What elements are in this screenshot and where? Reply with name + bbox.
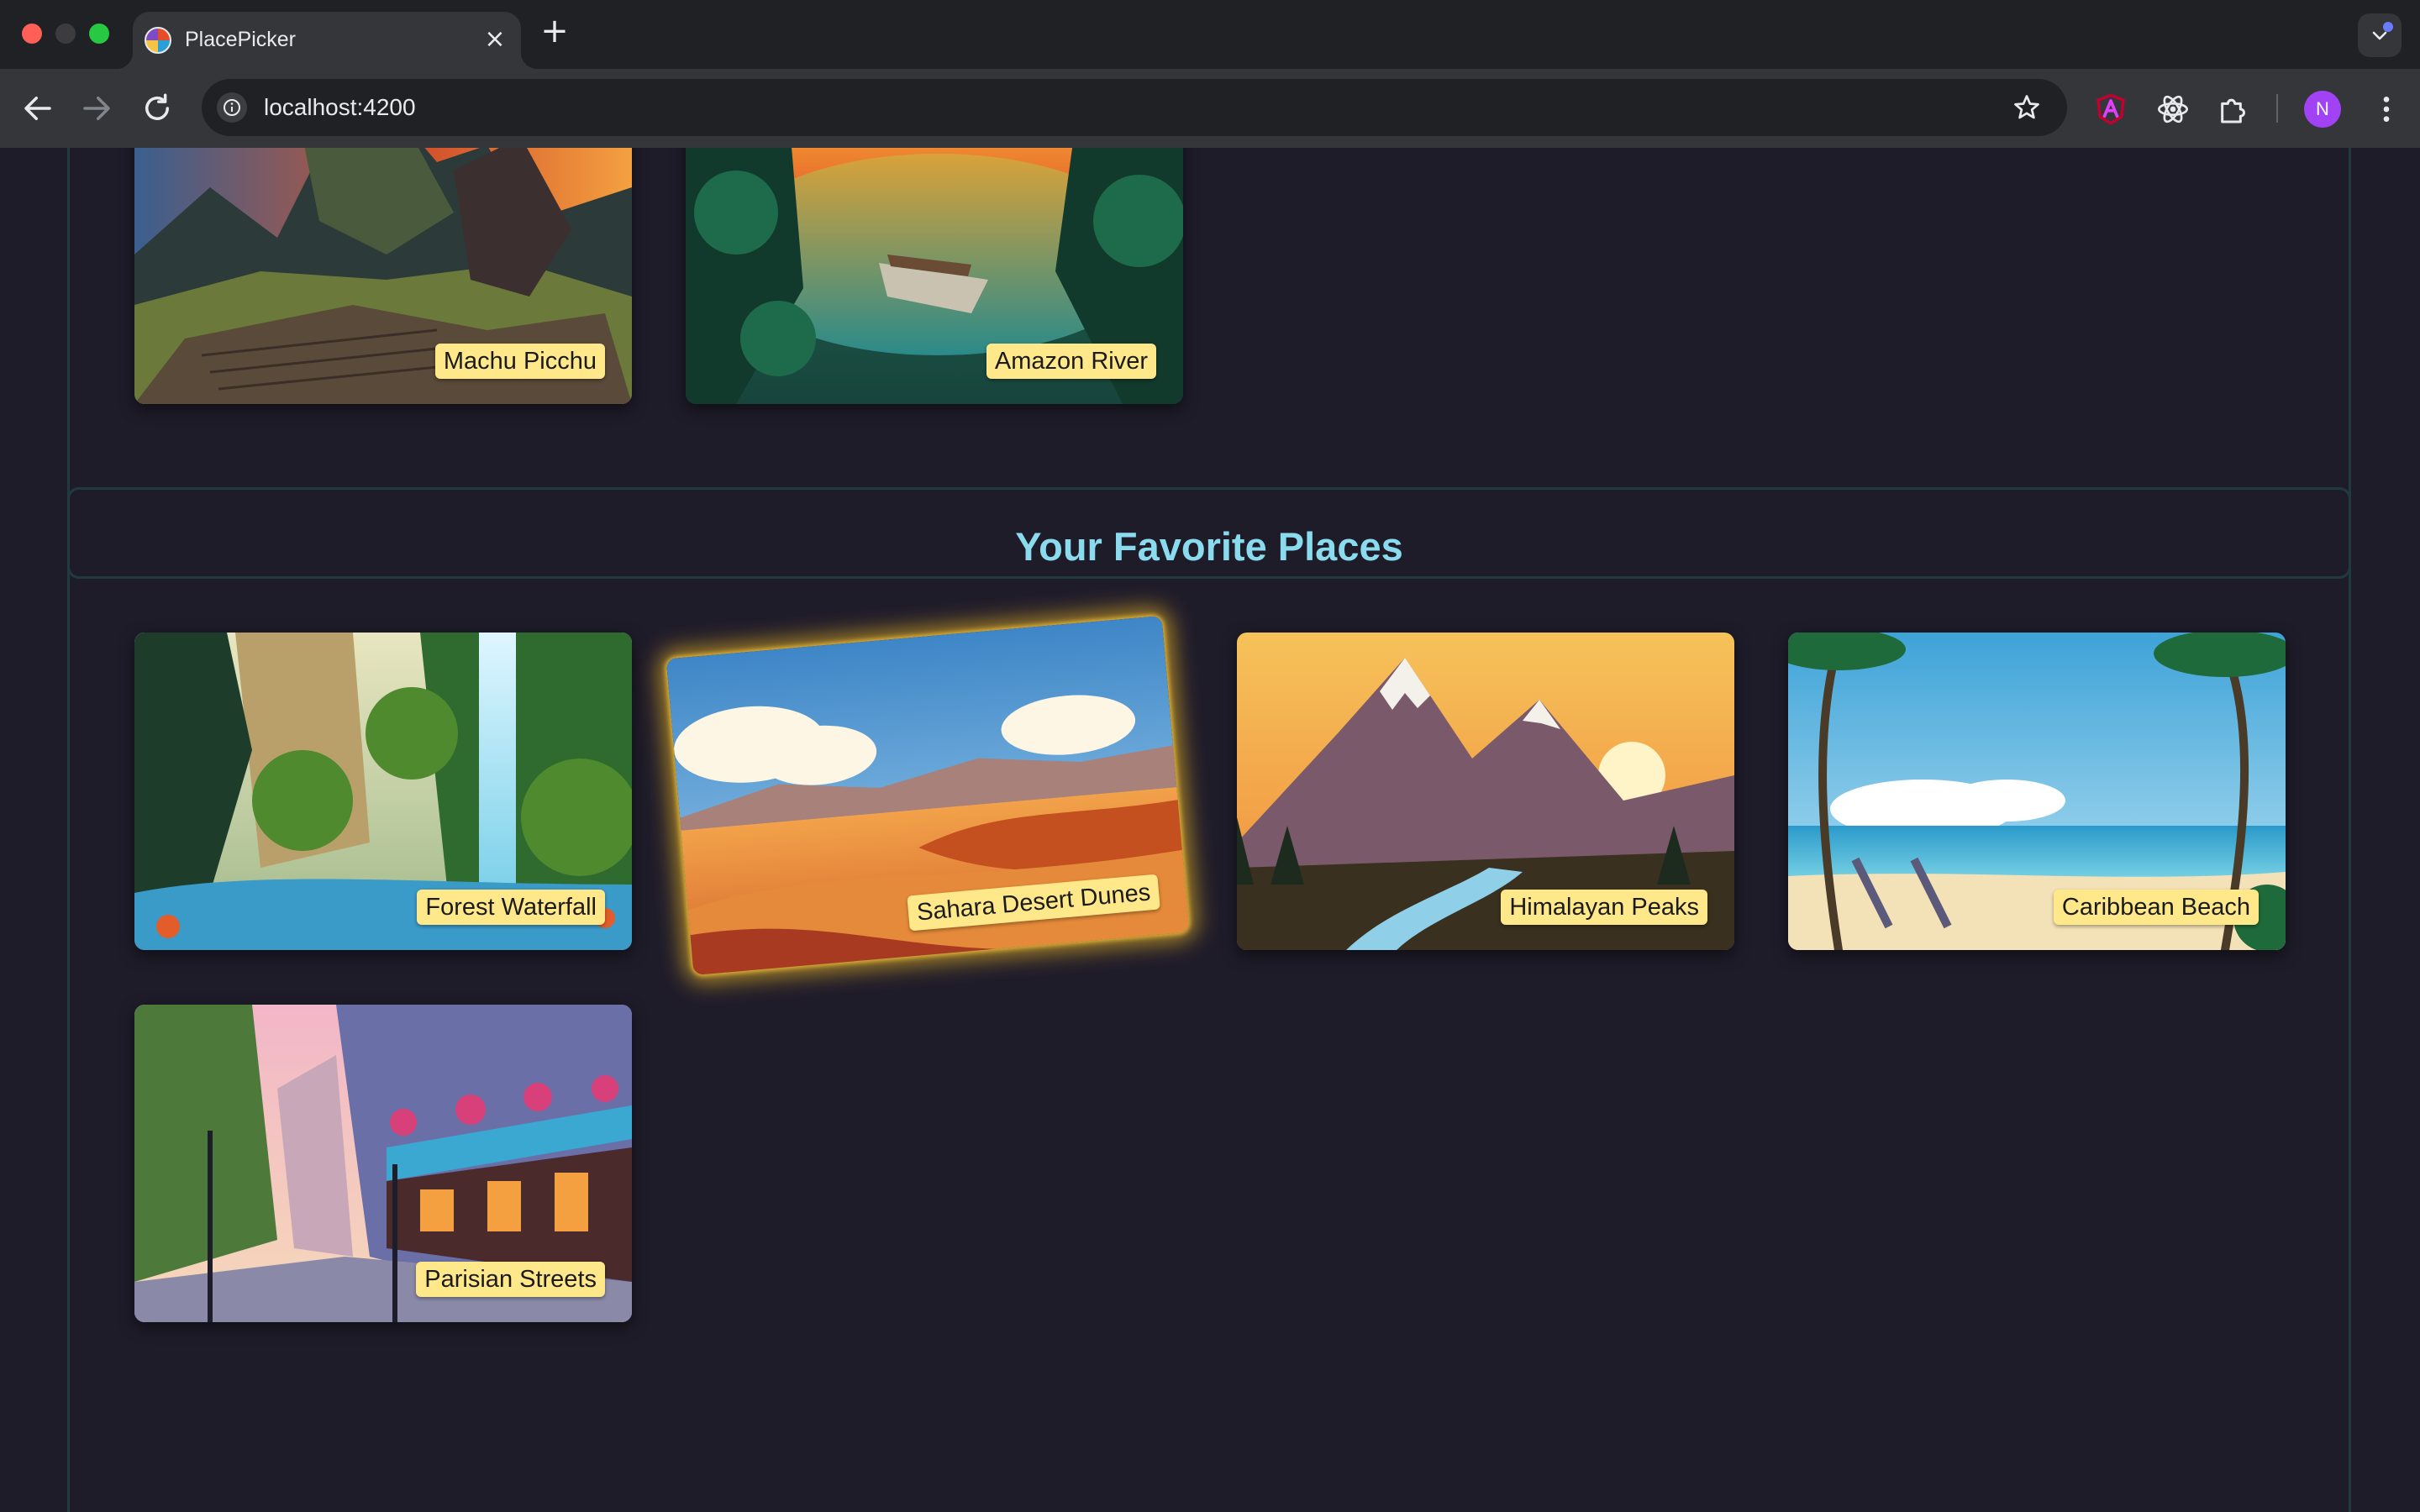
place-card-machu-picchu[interactable]: Machu Picchu xyxy=(134,148,632,404)
place-card-parisian-streets[interactable]: Parisian Streets xyxy=(134,1005,632,1322)
place-title: Caribbean Beach xyxy=(2053,890,2259,925)
react-devtools-icon[interactable] xyxy=(2156,92,2190,126)
place-title: Machu Picchu xyxy=(434,344,605,379)
place-card-caribbean-beach[interactable]: Caribbean Beach xyxy=(1788,633,2286,950)
browser-titlebar: PlacePicker × + xyxy=(0,0,2420,69)
site-info-button[interactable] xyxy=(217,92,247,123)
window-minimize-button[interactable] xyxy=(55,24,76,44)
info-icon xyxy=(224,99,240,116)
place-card-himalayan-peaks[interactable]: Himalayan Peaks xyxy=(1237,633,1734,950)
favorite-places-section: Your Favorite Places Forest Waterfall Sa… xyxy=(67,487,2351,1512)
extensions-puzzle-icon[interactable] xyxy=(2217,92,2250,126)
favicon-icon xyxy=(145,27,171,54)
url-text[interactable]: localhost:4200 xyxy=(264,94,416,121)
browser-tab[interactable]: PlacePicker × xyxy=(116,12,538,69)
window-maximize-button[interactable] xyxy=(89,24,109,44)
section-heading: Your Favorite Places xyxy=(1015,524,1403,569)
page-viewport: Machu Picchu Amazon River Your Favorite … xyxy=(0,148,2420,1512)
angular-devtools-icon[interactable] xyxy=(2094,92,2128,126)
tab-search-button[interactable] xyxy=(2358,13,2402,57)
notification-dot xyxy=(2383,22,2393,32)
place-title: Parisian Streets xyxy=(416,1262,605,1297)
place-title: Amazon River xyxy=(986,344,1156,379)
new-tab-button[interactable]: + xyxy=(538,14,571,49)
toolbar-divider xyxy=(2276,94,2278,123)
address-bar[interactable]: localhost:4200 xyxy=(202,79,2067,136)
tab-title: PlacePicker xyxy=(185,28,296,51)
place-title: Forest Waterfall xyxy=(417,890,605,925)
place-card-sahara-desert-dunes[interactable]: Sahara Desert Dunes xyxy=(666,615,1190,976)
profile-avatar[interactable]: N xyxy=(2304,91,2341,128)
place-card-amazon-river[interactable]: Amazon River xyxy=(686,148,1183,404)
browser-toolbar: localhost:4200 N xyxy=(0,69,2420,148)
place-title: Himalayan Peaks xyxy=(1501,890,1707,925)
back-arrow-icon[interactable] xyxy=(20,91,55,126)
bookmark-star-icon[interactable] xyxy=(2012,92,2042,123)
place-card-forest-waterfall[interactable]: Forest Waterfall xyxy=(134,633,632,950)
kebab-menu-icon[interactable] xyxy=(2370,91,2403,128)
reload-icon[interactable] xyxy=(139,91,175,126)
forward-arrow-icon[interactable] xyxy=(79,91,114,126)
tab-close-button[interactable]: × xyxy=(481,25,509,54)
window-close-button[interactable] xyxy=(22,24,42,44)
